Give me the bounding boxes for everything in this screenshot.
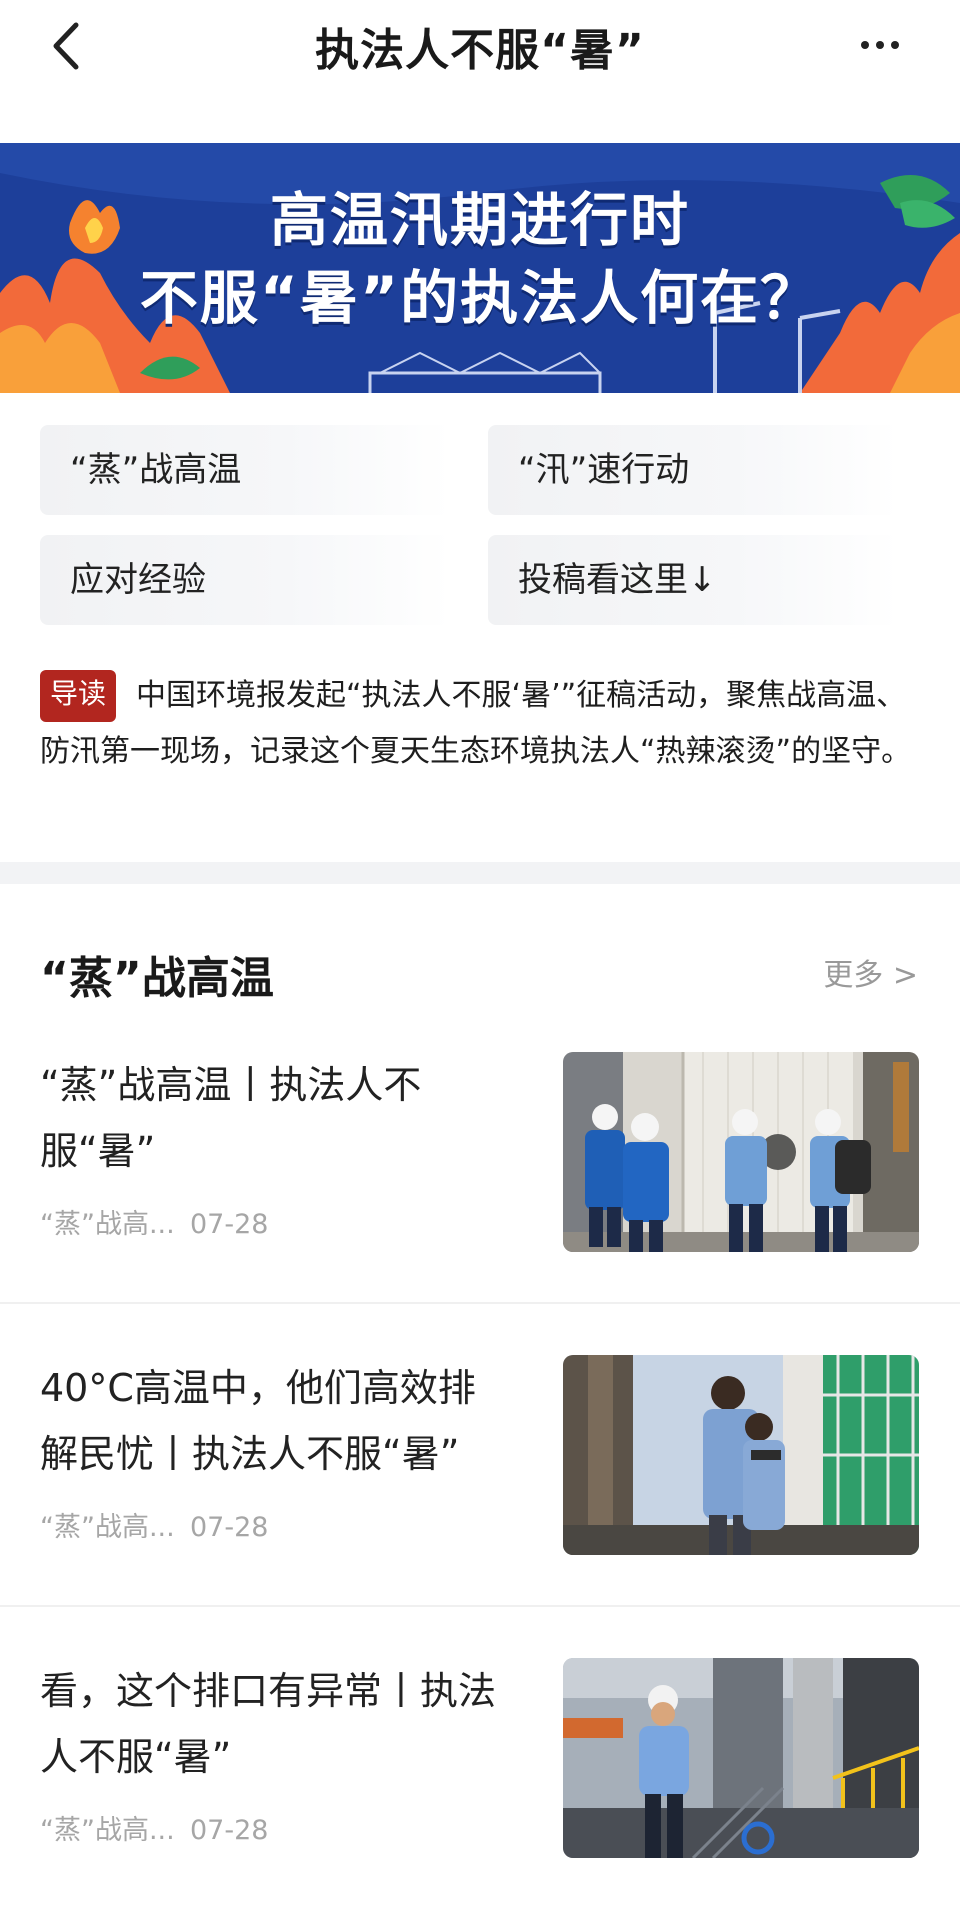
intro-text: 中国环境报发起“执法人不服‘暑’”征稿活动，聚焦战高温、防汛第一现场，记录这个夏… xyxy=(40,678,912,769)
article-list-item[interactable]: 40°C高温中，他们高效排解民忧丨执法人不服“暑” “蒸”战高... 07-28 xyxy=(0,1355,960,1655)
article-thumbnail xyxy=(563,1052,919,1252)
article-meta: “蒸”战高... 07-28 xyxy=(40,1808,268,1847)
article-thumbnail xyxy=(563,1658,919,1858)
article-title: 40°C高温中，他们高效排解民忧丨执法人不服“暑” xyxy=(40,1366,476,1476)
article-list-item[interactable]: “蒸”战高温丨执法人不服“暑” “蒸”战高... 07-28 xyxy=(0,1052,960,1352)
more-dots-icon xyxy=(861,41,899,49)
section-divider xyxy=(0,862,960,884)
article-meta: “蒸”战高... 07-28 xyxy=(40,1505,268,1544)
section-title: “蒸”战高温 xyxy=(40,953,274,1004)
article-list-item[interactable]: 看，这个排口有异常丨执法人不服“暑” “蒸”战高... 07-28 xyxy=(0,1658,960,1905)
section-more-link[interactable]: 更多 > xyxy=(823,950,918,994)
article-thumbnail xyxy=(563,1355,919,1555)
article-source: “蒸”战高... xyxy=(40,1209,175,1240)
article-title: “蒸”战高温丨执法人不服“暑” xyxy=(40,1063,422,1173)
intro-tag-badge: 导读 xyxy=(40,670,117,722)
row-divider xyxy=(0,1605,960,1607)
top-nav-bar: 执法人不服“暑” xyxy=(0,0,960,100)
banner-headline-line2: 不服“暑”的执法人何在？ xyxy=(139,264,821,332)
page-title: 执法人不服“暑” xyxy=(315,25,645,76)
category-grid: “蒸”战高温 “汛”速行动 应对经验 投稿看这里↓ xyxy=(40,425,920,625)
article-date: 07-28 xyxy=(190,1815,269,1846)
intro-paragraph: 导读 中国环境报发起“执法人不服‘暑’”征稿活动，聚焦战高温、防汛第一现场，记录这… xyxy=(40,668,920,780)
banner-headline-line1: 高温汛期进行时 xyxy=(269,186,690,254)
row-divider xyxy=(0,1302,960,1304)
category-button-heat[interactable]: “蒸”战高温 xyxy=(40,425,450,515)
category-button-submit[interactable]: 投稿看这里↓ xyxy=(488,535,898,625)
article-source: “蒸”战高... xyxy=(40,1512,175,1543)
chevron-left-icon xyxy=(53,22,79,70)
article-source: “蒸”战高... xyxy=(40,1815,175,1846)
article-title: 看，这个排口有异常丨执法人不服“暑” xyxy=(40,1669,497,1779)
article-date: 07-28 xyxy=(190,1512,269,1543)
more-options-button[interactable] xyxy=(850,20,910,70)
category-button-experience[interactable]: 应对经验 xyxy=(40,535,450,625)
back-button[interactable] xyxy=(38,18,94,74)
article-meta: “蒸”战高... 07-28 xyxy=(40,1202,268,1241)
category-button-flood[interactable]: “汛”速行动 xyxy=(488,425,898,515)
article-date: 07-28 xyxy=(190,1209,269,1240)
campaign-banner[interactable]: 高温汛期进行时 不服“暑”的执法人何在？ xyxy=(0,143,960,393)
